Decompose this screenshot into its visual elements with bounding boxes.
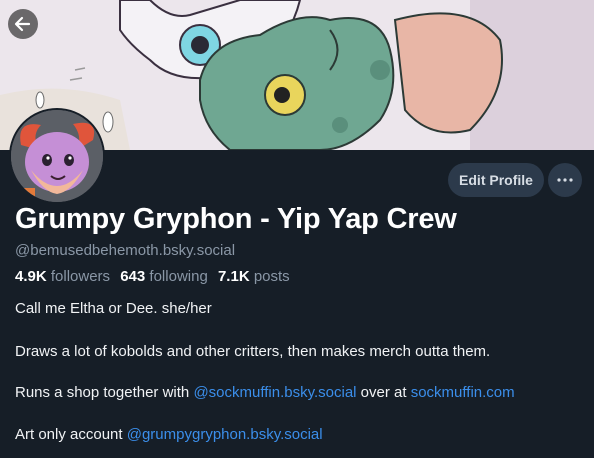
sockmuffin-website-link[interactable]: sockmuffin.com: [411, 384, 515, 401]
posts-label: posts: [253, 268, 290, 285]
profile-stats: 4.9K followers 643 following 7.1K posts: [15, 268, 290, 285]
bio-line: Runs a shop together with @sockmuffin.bs…: [15, 384, 515, 401]
posts-stat: 7.1K posts: [218, 268, 290, 285]
profile-handle: @bemusedbehemoth.bsky.social: [15, 242, 236, 259]
display-name: Grumpy Gryphon - Yip Yap Crew: [15, 203, 457, 235]
followers-link[interactable]: 4.9K followers: [15, 268, 110, 285]
followers-count: 4.9K: [15, 268, 47, 285]
back-button[interactable]: [8, 9, 38, 39]
edit-profile-button[interactable]: Edit Profile: [448, 163, 544, 197]
bio-line: Art only account @grumpygryphon.bsky.soc…: [15, 426, 323, 443]
followers-label: followers: [50, 268, 111, 285]
bio-text: over at: [356, 384, 411, 401]
arrow-left-icon: [14, 16, 31, 32]
sockmuffin-mention-link[interactable]: @sockmuffin.bsky.social: [193, 384, 356, 401]
ellipsis-icon: [557, 178, 573, 182]
edit-profile-label: Edit Profile: [459, 172, 533, 188]
bio-line: Draws a lot of kobolds and other critter…: [15, 343, 491, 360]
bio-line: Call me Eltha or Dee. she/her: [15, 300, 212, 317]
grumpygryphon-mention-link[interactable]: @grumpygryphon.bsky.social: [127, 426, 323, 443]
avatar-illustration: [11, 110, 103, 202]
following-count: 643: [120, 268, 146, 285]
avatar[interactable]: [9, 108, 105, 204]
following-link[interactable]: 643 following: [120, 268, 208, 285]
more-options-button[interactable]: [548, 163, 582, 197]
bio-text: Runs a shop together with: [15, 384, 194, 401]
posts-count: 7.1K: [217, 268, 250, 285]
bio-text: Art only account: [15, 426, 127, 443]
following-label: following: [149, 268, 208, 285]
